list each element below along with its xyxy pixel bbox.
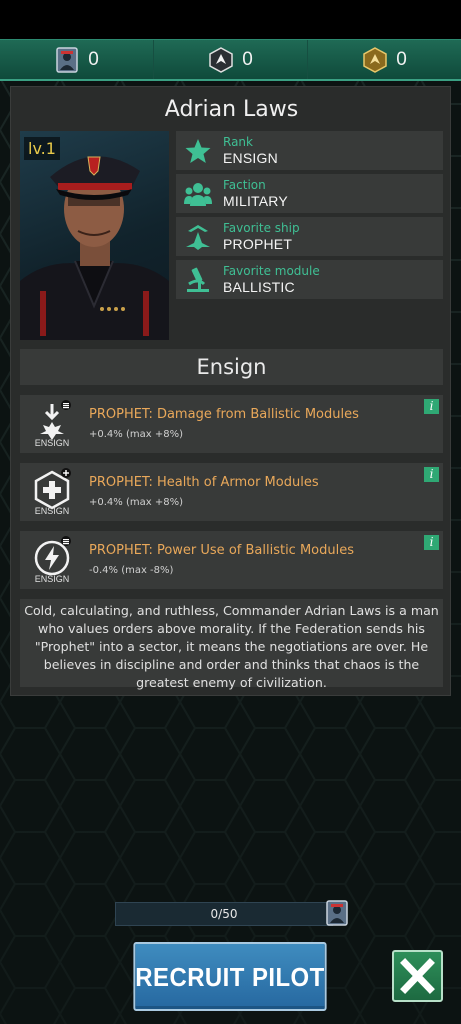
skill-row[interactable]: ENSIGN PROPHET: Power Use of Ballistic M… [20, 531, 443, 589]
skill-info-button[interactable]: i [424, 467, 439, 482]
gold-tokens-count: 0 [396, 48, 407, 70]
info-ship-value: PROPHET [223, 236, 293, 252]
info-rank-label: Rank [223, 135, 253, 149]
pilot-description: Cold, calculating, and ruthless, Command… [20, 599, 443, 690]
info-faction-value: MILITARY [223, 193, 288, 209]
recruit-progress-bar: 0/50 [115, 902, 333, 926]
recruit-pilot-button[interactable]: RECRUIT PILOT [133, 942, 327, 1011]
skill-value: +0.4% (max +8%) [89, 497, 183, 508]
pilot-cards-count: 0 [88, 48, 99, 70]
info-faction-label: Faction [223, 178, 266, 192]
star-icon [185, 139, 211, 163]
skill-value: +0.4% (max +8%) [89, 429, 183, 440]
microscope-icon [187, 267, 209, 292]
info-module-value: BALLISTIC [223, 279, 295, 295]
ship-tokens-count: 0 [242, 48, 253, 70]
skill-badge-label: ENSIGN [34, 438, 70, 448]
pilot-panel: Adrian Laws lv.1 Rank ENSIGN Faction MIL… [10, 86, 451, 696]
info-rank: Rank ENSIGN [176, 131, 443, 170]
info-favorite-ship: Favorite ship PROPHET [176, 217, 443, 256]
ship-icon [186, 225, 210, 250]
skill-row[interactable]: ENSIGN PROPHET: Damage from Ballistic Mo… [20, 395, 443, 453]
recruit-progress-text: 0/50 [210, 907, 238, 921]
skill-name: PROPHET: Health of Armor Modules [89, 475, 319, 490]
people-icon [184, 183, 212, 206]
skill-value: -0.4% (max -8%) [89, 565, 174, 576]
info-module-label: Favorite module [223, 264, 320, 278]
skill-badge-label: ENSIGN [34, 506, 70, 516]
resource-bar: 0 0 0 [0, 39, 461, 81]
resource-ship-tokens: 0 [154, 40, 308, 79]
info-favorite-module: Favorite module BALLISTIC [176, 260, 443, 299]
pilot-name: Adrian Laws [164, 97, 299, 122]
resource-gold-tokens: 0 [308, 40, 461, 79]
level-badge: lv.1 [24, 137, 60, 160]
gold-token-icon [363, 46, 387, 73]
pilot-card-icon [326, 900, 348, 926]
skill-row[interactable]: ENSIGN PROPHET: Health of Armor Modules … [20, 463, 443, 521]
skill-info-button[interactable]: i [424, 399, 439, 414]
skill-info-button[interactable]: i [424, 535, 439, 550]
pilot-card-icon [56, 46, 78, 73]
ship-token-icon [209, 46, 233, 73]
close-button[interactable] [392, 950, 443, 1002]
info-rank-value: ENSIGN [223, 150, 278, 166]
resource-pilot-cards: 0 [0, 40, 154, 79]
pilot-portrait-image [20, 156, 169, 340]
rank-title: Ensign [20, 349, 443, 385]
skill-badge-label: ENSIGN [34, 574, 70, 584]
skill-name: PROPHET: Power Use of Ballistic Modules [89, 543, 355, 558]
pilot-portrait: lv.1 [20, 131, 169, 340]
info-faction: Faction MILITARY [176, 174, 443, 213]
skill-name: PROPHET: Damage from Ballistic Modules [89, 407, 359, 422]
close-icon [400, 958, 435, 994]
info-ship-label: Favorite ship [223, 221, 300, 235]
